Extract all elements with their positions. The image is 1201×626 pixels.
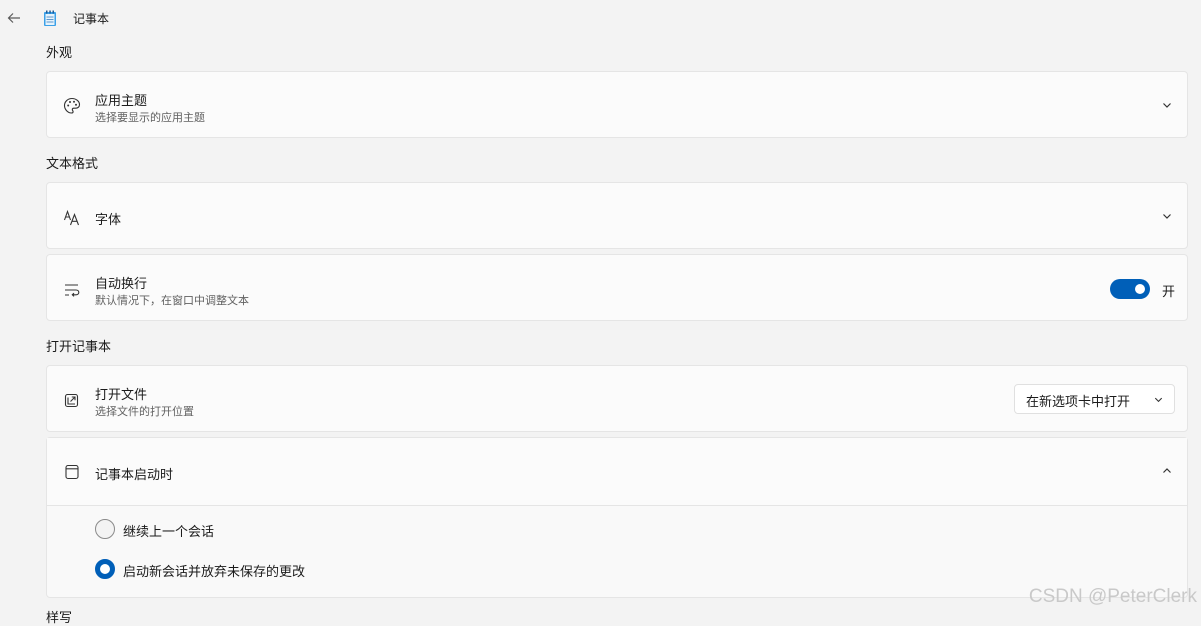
section-title-appearance: 外观 [46, 46, 73, 61]
on-start-header[interactable]: 记事本启动时 [47, 438, 1187, 506]
open-file-title: 打开文件 [95, 388, 148, 403]
section-title-next: 样写 [46, 611, 73, 626]
open-file-icon [64, 393, 79, 408]
open-file-dropdown[interactable]: 在新选项卡中打开 [1014, 384, 1175, 414]
palette-icon [63, 97, 81, 114]
app-theme-title: 应用主题 [95, 94, 148, 109]
chevron-down-icon[interactable] [1161, 99, 1173, 111]
word-wrap-title: 自动换行 [95, 277, 148, 292]
word-wrap-state-label: 开 [1162, 285, 1176, 300]
on-start-expander: 记事本启动时 继续上一个会话 启动新会话并放弃未保存的更改 [46, 437, 1188, 598]
word-wrap-toggle[interactable] [1110, 279, 1150, 299]
radio-new-session[interactable] [95, 559, 115, 579]
section-title-open-notepad: 打开记事本 [46, 340, 112, 355]
back-arrow-icon [7, 13, 20, 23]
radio-continue-session-label: 继续上一个会话 [123, 525, 215, 540]
toggle-knob [1135, 284, 1145, 294]
title-bar: 记事本 [0, 0, 1201, 36]
radio-new-session-label: 启动新会话并放弃未保存的更改 [123, 565, 306, 580]
chevron-up-icon[interactable] [1161, 465, 1173, 477]
font-icon [63, 209, 80, 226]
chevron-down-icon [1154, 397, 1163, 403]
section-title-text-format: 文本格式 [46, 157, 99, 172]
watermark: CSDN @PeterClerk [1028, 586, 1197, 607]
app-theme-card[interactable]: 应用主题 选择要显示的应用主题 [46, 71, 1188, 138]
radio-continue-session[interactable] [95, 519, 115, 539]
notepad-icon [44, 10, 56, 26]
app-title: 记事本 [73, 12, 110, 26]
chevron-down-icon[interactable] [1161, 210, 1173, 222]
font-title: 字体 [95, 213, 122, 228]
back-button[interactable] [4, 8, 24, 28]
word-wrap-subtitle: 默认情况下，在窗口中调整文本 [95, 294, 249, 307]
open-file-card: 打开文件 选择文件的打开位置 在新选项卡中打开 [46, 365, 1188, 432]
window-icon [65, 464, 79, 480]
app-theme-subtitle: 选择要显示的应用主题 [95, 111, 205, 124]
open-file-dropdown-value: 在新选项卡中打开 [1026, 395, 1131, 410]
font-card[interactable]: 字体 [46, 182, 1188, 249]
word-wrap-icon [65, 284, 80, 297]
on-start-title: 记事本启动时 [95, 468, 174, 483]
open-file-subtitle: 选择文件的打开位置 [95, 405, 194, 418]
word-wrap-card: 自动换行 默认情况下，在窗口中调整文本 开 [46, 254, 1188, 321]
